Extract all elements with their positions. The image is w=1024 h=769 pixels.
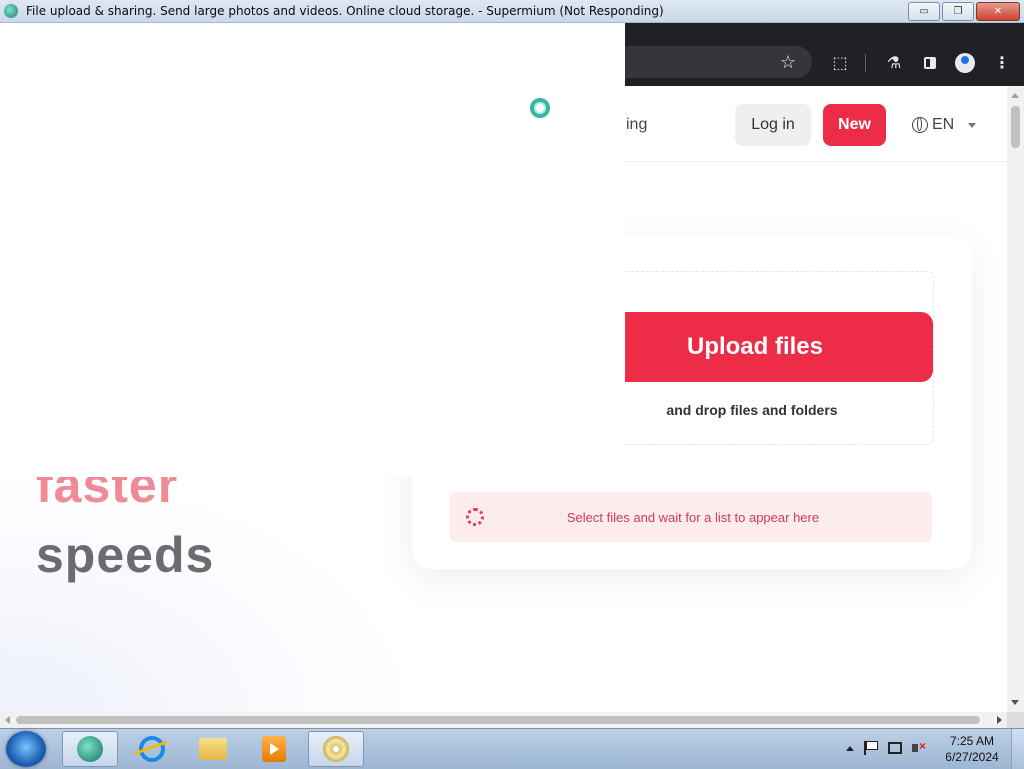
restore-button[interactable]: ❐ [942, 2, 974, 21]
puzzle-icon[interactable]: ⬚ [830, 53, 850, 73]
window-controls: ▭ ❐ ✕ [908, 2, 1020, 21]
show-hidden-icons-icon[interactable] [846, 745, 854, 751]
system-clock[interactable]: 7:25 AM 6/27/2024 [944, 733, 1000, 765]
scrollbar-corner [1007, 712, 1024, 728]
vertical-scrollbar[interactable] [1007, 86, 1024, 712]
hero-heading-line-2: speeds [36, 527, 215, 583]
language-label: EN [932, 116, 955, 133]
file-list-placeholder: Select files and wait for a list to appe… [450, 492, 932, 542]
close-button[interactable]: ✕ [976, 2, 1020, 21]
media-player-icon [262, 736, 286, 762]
taskbar-media-player[interactable] [246, 731, 302, 767]
menu-icon[interactable]: ⋮ [992, 53, 1012, 73]
vertical-scroll-thumb[interactable] [1011, 106, 1020, 148]
spinner-icon [466, 508, 484, 526]
action-center-flag-icon[interactable] [864, 741, 878, 755]
horizontal-scrollbar[interactable] [0, 712, 1007, 728]
window-titlebar[interactable]: File upload & sharing. Send large photos… [0, 0, 1024, 23]
scroll-down-icon[interactable] [1011, 700, 1019, 705]
wait-message: Select files and wait for a list to appe… [566, 509, 820, 525]
supermium-icon [77, 736, 103, 762]
taskbar: 7:25 AM 6/27/2024 [0, 728, 1024, 769]
volume-muted-icon[interactable] [912, 739, 926, 755]
taskbar-dvd[interactable] [308, 731, 364, 767]
window-title: File upload & sharing. Send large photos… [26, 4, 664, 18]
language-selector[interactable]: EN [912, 116, 977, 134]
login-button[interactable]: Log in [735, 104, 811, 146]
horizontal-scroll-thumb[interactable] [16, 716, 980, 724]
sidepanel-icon[interactable] [920, 53, 940, 73]
clock-time: 7:25 AM [949, 734, 995, 748]
folder-icon [199, 738, 227, 760]
taskbar-supermium[interactable] [62, 731, 118, 767]
taskbar-internet-explorer[interactable] [124, 731, 180, 767]
nav-link-partial[interactable]: ing [626, 116, 647, 134]
not-responding-overlay [0, 22, 625, 477]
show-desktop-button[interactable] [1011, 729, 1024, 769]
flask-icon[interactable]: ⚗ [884, 53, 904, 73]
supermium-icon [4, 4, 18, 18]
internet-explorer-icon [139, 736, 165, 762]
scroll-right-icon[interactable] [997, 716, 1002, 724]
globe-icon [912, 117, 928, 133]
profile-icon[interactable] [955, 53, 975, 73]
chevron-down-icon [968, 122, 977, 128]
clock-date: 6/27/2024 [945, 750, 999, 764]
scroll-left-icon[interactable] [5, 716, 10, 724]
dvd-icon [323, 736, 349, 762]
busy-cursor-icon [530, 98, 550, 118]
toolbar-separator [865, 54, 866, 72]
network-icon[interactable] [888, 742, 902, 754]
scroll-up-icon[interactable] [1011, 93, 1019, 98]
minimize-button[interactable]: ▭ [908, 2, 940, 21]
taskbar-file-explorer[interactable] [185, 731, 241, 767]
new-button[interactable]: New [823, 104, 886, 146]
start-button[interactable] [6, 731, 46, 767]
system-tray [846, 739, 926, 755]
star-icon[interactable]: ☆ [780, 52, 796, 73]
